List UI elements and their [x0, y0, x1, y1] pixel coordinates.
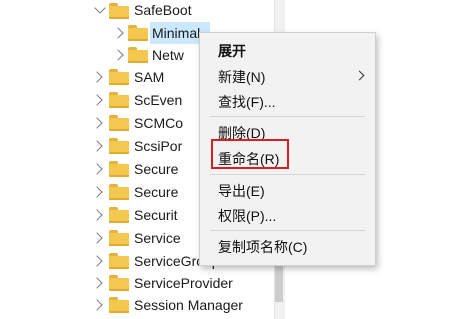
folder-icon	[109, 69, 129, 85]
tree-item-label: Securit	[134, 207, 178, 223]
chevron-right-icon[interactable]	[112, 49, 124, 61]
chevron-right-icon[interactable]	[91, 94, 103, 106]
tree-item-session-manager[interactable]: Session Manager	[88, 294, 268, 316]
scrollbar-thumb[interactable]	[275, 262, 283, 302]
tree-item-label: ScsiPor	[134, 138, 183, 154]
folder-icon	[128, 47, 148, 63]
folder-icon	[109, 253, 129, 269]
tree-item-label: SAM	[134, 69, 165, 85]
chevron-right-icon	[354, 70, 365, 81]
folder-icon	[109, 3, 129, 19]
tree-item-label: Netw	[152, 47, 184, 63]
menu-separator	[210, 174, 365, 175]
folder-icon	[109, 207, 129, 223]
chevron-right-icon[interactable]	[91, 117, 103, 129]
tree-item-label: Secure	[134, 184, 179, 200]
chevron-right-icon[interactable]	[91, 209, 103, 221]
tree-item-safeboot[interactable]: SafeBoot	[88, 0, 268, 22]
tree-item-label: ScEven	[134, 92, 183, 108]
chevron-right-icon[interactable]	[91, 140, 103, 152]
menu-separator	[210, 230, 365, 231]
chevron-right-icon[interactable]	[91, 71, 103, 83]
folder-icon	[109, 115, 129, 131]
chevron-right-icon[interactable]	[112, 27, 124, 39]
tree-item-minimal[interactable]: Minimal	[110, 22, 210, 44]
chevron-right-icon[interactable]	[91, 255, 103, 267]
tree-item-label: SafeBoot	[134, 2, 192, 18]
menu-item-permissions[interactable]: 权限(P)...	[218, 206, 276, 226]
chevron-right-icon[interactable]	[91, 277, 103, 289]
folder-icon	[109, 184, 129, 200]
tree-item-serviceprovider[interactable]: ServiceProvider	[88, 272, 268, 294]
folder-icon	[109, 297, 129, 313]
chevron-right-icon[interactable]	[91, 232, 103, 244]
tree-item-label: Session Manager	[134, 297, 243, 313]
folder-icon	[109, 230, 129, 246]
tree-item-label: Service	[134, 230, 181, 246]
menu-item-new[interactable]: 新建(N)	[218, 67, 265, 87]
menu-separator	[210, 116, 365, 117]
folder-icon	[128, 25, 148, 41]
menu-item-find[interactable]: 查找(F)...	[218, 92, 276, 112]
folder-icon	[109, 92, 129, 108]
tree-item-label: Minimal	[152, 25, 201, 41]
tree-item-label: Secure	[134, 161, 179, 177]
folder-icon	[109, 161, 129, 177]
menu-item-expand[interactable]: 展开	[218, 41, 246, 61]
chevron-down-icon[interactable]	[94, 2, 106, 14]
tree-item-label: ServiceProvider	[134, 275, 233, 291]
folder-icon	[109, 275, 129, 291]
folder-icon	[109, 138, 129, 154]
menu-item-export[interactable]: 导出(E)	[218, 181, 265, 201]
tree-item-network[interactable]: Netw	[110, 44, 210, 66]
chevron-right-icon[interactable]	[91, 299, 103, 311]
menu-item-copy-key-name[interactable]: 复制项名称(C)	[218, 237, 307, 257]
chevron-right-icon[interactable]	[91, 186, 103, 198]
tree-item-label: SCMCo	[134, 115, 184, 131]
chevron-right-icon[interactable]	[91, 163, 103, 175]
rename-highlight-box	[211, 139, 289, 169]
